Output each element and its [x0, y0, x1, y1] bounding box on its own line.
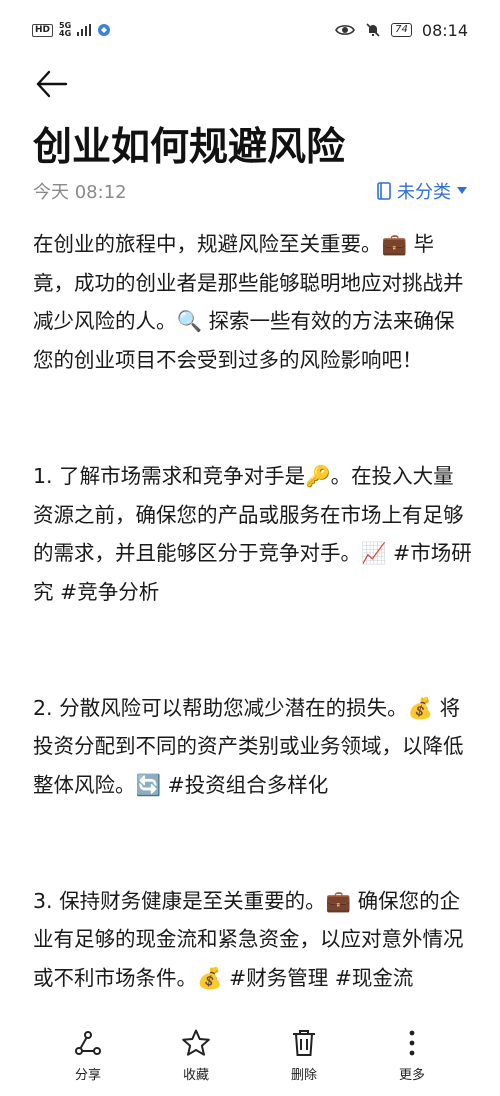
- note-title: 创业如何规避风险: [33, 125, 346, 170]
- eye-icon: [335, 25, 356, 35]
- note-paragraph: 2. 分散风险可以帮助您减少潜在的损失。💰 将投资分配到不同的资产类别或业务领域…: [33, 695, 464, 798]
- mute-icon: [366, 23, 380, 37]
- bottom-action-bar: 分享 收藏 删除 更多: [0, 1026, 500, 1096]
- share-icon: [75, 1031, 101, 1055]
- clock: 08:14: [421, 20, 468, 40]
- note-timestamp: 今天 08:12: [33, 182, 127, 203]
- more-vertical-icon: [409, 1030, 415, 1056]
- delete-label: 删除: [290, 1068, 317, 1083]
- hd-badge: HD: [32, 23, 54, 37]
- share-button[interactable]: 分享: [36, 1026, 140, 1096]
- network-indicator: 5G 4G: [59, 22, 71, 38]
- battery-indicator: 74: [391, 23, 412, 37]
- signal-icon: [77, 24, 92, 36]
- notebook-icon: [377, 182, 391, 200]
- note-paragraph: 3. 保持财务健康是至关重要的。💼 确保您的企业有足够的现金流和紧急资金，以应对…: [33, 888, 464, 991]
- share-label: 分享: [74, 1068, 101, 1083]
- favorite-label: 收藏: [182, 1068, 209, 1083]
- status-left: HD 5G 4G: [32, 22, 111, 38]
- trash-icon: [293, 1030, 315, 1056]
- more-label: 更多: [398, 1068, 425, 1083]
- category-label: 未分类: [397, 182, 451, 203]
- dropdown-triangle-icon: [457, 187, 467, 194]
- more-button[interactable]: 更多: [360, 1026, 464, 1096]
- favorite-button[interactable]: 收藏: [144, 1026, 248, 1096]
- note-content[interactable]: 在创业的旅程中，规避风险至关重要。💼 毕竟，成功的创业者是那些能够聪明地应对挑战…: [33, 225, 473, 998]
- note-meta-row: 今天 08:12 未分类: [33, 178, 467, 204]
- delete-button[interactable]: 删除: [252, 1026, 356, 1096]
- back-arrow-icon[interactable]: [34, 66, 70, 102]
- status-bar: HD 5G 4G 74 08:14: [0, 0, 500, 60]
- note-paragraph: 在创业的旅程中，规避风险至关重要。💼 毕竟，成功的创业者是那些能够聪明地应对挑战…: [33, 232, 464, 373]
- category-selector[interactable]: 未分类: [377, 178, 467, 204]
- network-type-bottom: 4G: [59, 29, 72, 38]
- star-icon: [182, 1029, 210, 1056]
- app-notification-icon: [98, 24, 111, 36]
- note-paragraph: 1. 了解市场需求和竞争对手是🔑。在投入大量资源之前，确保您的产品或服务在市场上…: [33, 463, 472, 604]
- status-right: 74 08:14: [335, 21, 468, 40]
